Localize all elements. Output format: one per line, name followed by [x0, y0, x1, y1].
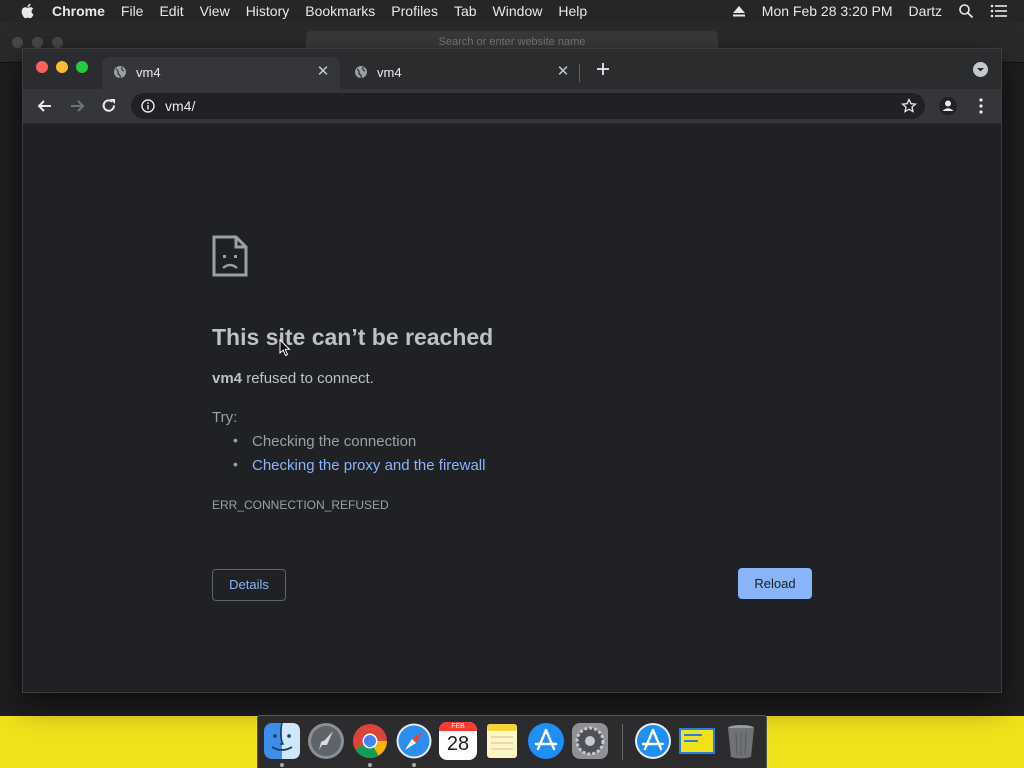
- notification-center-icon[interactable]: [990, 4, 1008, 18]
- safari-icon[interactable]: [395, 722, 433, 760]
- menu-app-name[interactable]: Chrome: [52, 3, 105, 19]
- menu-bar-status-area: Mon Feb 28 3:20 PM Dartz: [732, 0, 1024, 22]
- tab-title: vm4: [377, 65, 402, 80]
- bookmark-star-icon[interactable]: [901, 98, 917, 114]
- try-label: Try:: [212, 409, 238, 426]
- menu-file[interactable]: File: [121, 3, 144, 19]
- details-button[interactable]: Details: [212, 569, 286, 601]
- calendar-icon[interactable]: FEB 28: [439, 722, 477, 760]
- window-minimize-button[interactable]: [56, 61, 68, 73]
- error-code: ERR_CONNECTION_REFUSED: [212, 498, 389, 512]
- globe-icon: [355, 66, 367, 79]
- chrome-icon[interactable]: [351, 722, 389, 760]
- dock: FEB 28: [257, 715, 767, 768]
- finder-running-indicator: [280, 763, 284, 767]
- preview-icon[interactable]: [678, 722, 716, 760]
- tab-search-chevron-icon[interactable]: [973, 62, 988, 77]
- menu-user[interactable]: Dartz: [909, 3, 942, 19]
- launchpad-icon[interactable]: [307, 722, 345, 760]
- window-close-button[interactable]: [36, 61, 48, 73]
- bg-zoom-dot: [52, 37, 63, 48]
- trash-icon[interactable]: [722, 722, 760, 760]
- menu-tab[interactable]: Tab: [454, 3, 477, 19]
- tab-vm4[interactable]: vm4 ✕: [343, 57, 581, 89]
- profile-avatar-icon[interactable]: [938, 96, 958, 116]
- app-store-icon[interactable]: [527, 722, 565, 760]
- error-host: vm4: [212, 370, 243, 387]
- bg-minimize-dot: [32, 37, 43, 48]
- tab-close-icon[interactable]: ✕: [555, 64, 571, 80]
- finder-icon[interactable]: [263, 722, 301, 760]
- mouse-cursor-icon: [279, 339, 291, 357]
- chrome-running-indicator: [368, 763, 372, 767]
- browser-toolbar: vm4/: [23, 89, 1001, 124]
- menu-history[interactable]: History: [246, 3, 290, 19]
- browser-menu-icon[interactable]: [971, 96, 991, 116]
- notes-icon[interactable]: [483, 722, 521, 760]
- menu-profiles[interactable]: Profiles: [391, 3, 438, 19]
- back-arrow-icon[interactable]: [35, 96, 55, 116]
- system-preferences-icon[interactable]: [571, 722, 609, 760]
- menu-help[interactable]: Help: [558, 3, 587, 19]
- menu-view[interactable]: View: [200, 3, 230, 19]
- error-description: vm4 refused to connect.: [212, 370, 374, 387]
- tab-vm4-active[interactable]: vm4 ✕: [102, 57, 340, 89]
- reload-icon[interactable]: [99, 96, 119, 116]
- menu-window[interactable]: Window: [493, 3, 543, 19]
- sad-document-icon: [212, 235, 248, 277]
- menu-edit[interactable]: Edit: [159, 3, 183, 19]
- error-description-suffix: refused to connect.: [242, 370, 374, 387]
- dock-separator: [622, 724, 623, 760]
- error-page: This site can’t be reached vm4 refused t…: [23, 124, 1001, 692]
- calendar-month: FEB: [439, 722, 477, 731]
- forward-arrow-icon[interactable]: [67, 96, 87, 116]
- address-bar-url: vm4/: [165, 98, 196, 114]
- suggestion-check-proxy-firewall-link[interactable]: Checking the proxy and the firewall: [233, 456, 486, 474]
- bg-close-dot: [12, 37, 23, 48]
- menu-clock[interactable]: Mon Feb 28 3:20 PM: [762, 3, 893, 19]
- new-tab-plus-icon[interactable]: [593, 59, 613, 79]
- reload-button[interactable]: Reload: [738, 568, 812, 599]
- eject-icon[interactable]: [732, 5, 746, 17]
- globe-icon: [114, 66, 126, 79]
- spotlight-search-icon[interactable]: [958, 3, 974, 19]
- menu-bar: Chrome File Edit View History Bookmarks …: [0, 0, 1024, 22]
- tab-strip: vm4 ✕ vm4 ✕: [23, 49, 1001, 89]
- tab-title: vm4: [136, 65, 161, 80]
- window-zoom-button[interactable]: [76, 61, 88, 73]
- address-bar[interactable]: vm4/: [131, 93, 925, 119]
- tab-separator: [579, 64, 580, 82]
- suggestion-check-connection: Checking the connection: [233, 432, 416, 450]
- error-title: This site can’t be reached: [212, 324, 494, 350]
- app-store-download-icon[interactable]: [634, 722, 672, 760]
- chrome-window: vm4 ✕ vm4 ✕ vm4/ This site can’t be reac…: [22, 48, 1002, 693]
- calendar-day: 28: [446, 733, 470, 755]
- safari-running-indicator: [412, 763, 416, 767]
- tab-close-icon[interactable]: ✕: [315, 64, 331, 80]
- menu-bookmarks[interactable]: Bookmarks: [305, 3, 375, 19]
- site-info-icon[interactable]: [141, 99, 155, 113]
- apple-icon[interactable]: [20, 3, 34, 19]
